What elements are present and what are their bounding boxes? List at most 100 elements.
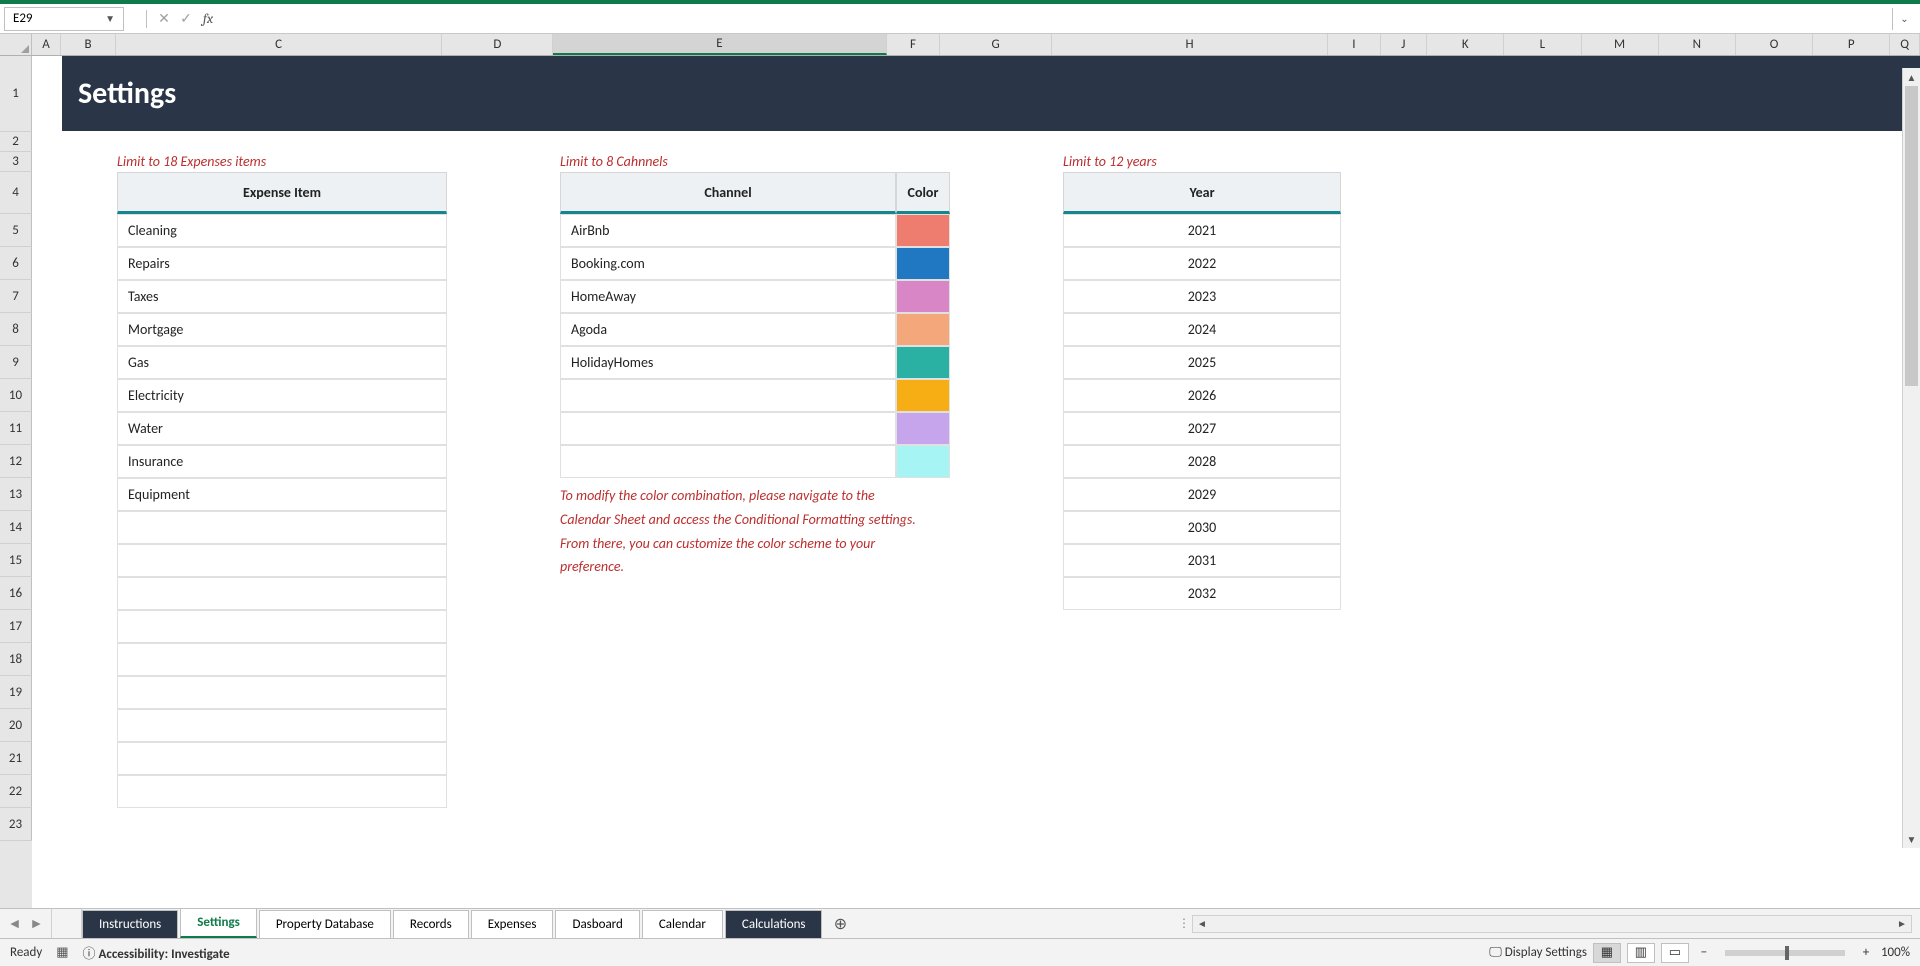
- sheet-tab-calculations[interactable]: Calculations: [725, 910, 823, 938]
- sheet-tab-settings[interactable]: Settings: [180, 908, 257, 938]
- year-cell[interactable]: 2022: [1063, 247, 1341, 280]
- column-header[interactable]: M: [1582, 34, 1659, 55]
- channel-cell[interactable]: Booking.com: [560, 247, 896, 280]
- color-swatch[interactable]: [896, 214, 950, 247]
- expense-cell[interactable]: Equipment: [117, 478, 447, 511]
- expense-cell[interactable]: [117, 775, 447, 808]
- year-cell[interactable]: 2031: [1063, 544, 1341, 577]
- column-header[interactable]: N: [1659, 34, 1736, 55]
- column-header[interactable]: G: [940, 34, 1052, 55]
- year-cell[interactable]: 2025: [1063, 346, 1341, 379]
- channel-cell[interactable]: [560, 379, 896, 412]
- zoom-value[interactable]: 100%: [1881, 945, 1910, 960]
- sheet-tab-property-database[interactable]: Property Database: [259, 910, 391, 938]
- page-break-view-button[interactable]: ▭: [1661, 943, 1689, 963]
- column-header[interactable]: K: [1427, 34, 1504, 55]
- expense-cell[interactable]: [117, 676, 447, 709]
- year-cell[interactable]: 2023: [1063, 280, 1341, 313]
- year-cell[interactable]: 2024: [1063, 313, 1341, 346]
- scroll-left-icon[interactable]: ◄: [1193, 917, 1211, 930]
- row-header[interactable]: 21: [0, 742, 32, 775]
- name-box[interactable]: E29 ▼: [4, 7, 124, 31]
- row-header[interactable]: 1: [0, 56, 32, 132]
- row-header[interactable]: 13: [0, 478, 32, 511]
- column-header[interactable]: A: [32, 34, 62, 55]
- row-header[interactable]: 6: [0, 247, 32, 280]
- year-cell[interactable]: 2028: [1063, 445, 1341, 478]
- row-header[interactable]: 16: [0, 577, 32, 610]
- confirm-formula-icon[interactable]: ✓: [175, 8, 197, 30]
- row-header[interactable]: 17: [0, 610, 32, 643]
- year-cell[interactable]: 2027: [1063, 412, 1341, 445]
- column-header[interactable]: P: [1813, 34, 1890, 55]
- column-header-active[interactable]: E: [553, 34, 887, 55]
- color-swatch[interactable]: [896, 412, 950, 445]
- row-header[interactable]: 9: [0, 346, 32, 379]
- expense-cell[interactable]: [117, 643, 447, 676]
- chevron-down-icon[interactable]: ▼: [105, 12, 115, 25]
- column-header[interactable]: Q: [1890, 34, 1920, 55]
- column-header[interactable]: F: [887, 34, 940, 55]
- row-header[interactable]: 14: [0, 511, 32, 544]
- sheet-nav-arrows[interactable]: ◄ ►: [0, 909, 52, 938]
- row-header[interactable]: 7: [0, 280, 32, 313]
- color-swatch[interactable]: [896, 313, 950, 346]
- channel-cell[interactable]: Agoda: [560, 313, 896, 346]
- column-header[interactable]: I: [1328, 34, 1380, 55]
- row-header[interactable]: 10: [0, 379, 32, 412]
- row-header[interactable]: 20: [0, 709, 32, 742]
- column-header[interactable]: D: [442, 34, 553, 55]
- scroll-thumb[interactable]: [1905, 86, 1918, 386]
- column-header[interactable]: H: [1052, 34, 1328, 55]
- year-cell[interactable]: 2026: [1063, 379, 1341, 412]
- horizontal-scrollbar[interactable]: ◄ ►: [1192, 915, 1912, 933]
- row-header[interactable]: 11: [0, 412, 32, 445]
- row-header[interactable]: 15: [0, 544, 32, 577]
- sheet-tab-expenses[interactable]: Expenses: [471, 910, 554, 938]
- select-all-button[interactable]: [0, 34, 32, 55]
- row-header[interactable]: 12: [0, 445, 32, 478]
- expense-cell[interactable]: Repairs: [117, 247, 447, 280]
- add-sheet-button[interactable]: ⊕: [824, 909, 856, 938]
- display-settings-button[interactable]: 🖵 Display Settings: [1489, 945, 1587, 960]
- row-header[interactable]: 22: [0, 775, 32, 808]
- accessibility-status[interactable]: ⓘ Accessibility: Investigate: [83, 943, 230, 962]
- expense-cell[interactable]: [117, 742, 447, 775]
- expense-cell[interactable]: [117, 577, 447, 610]
- macro-record-icon[interactable]: ▦: [56, 945, 68, 960]
- expense-cell[interactable]: Gas: [117, 346, 447, 379]
- scroll-up-icon[interactable]: ▲: [1903, 68, 1920, 86]
- expense-cell[interactable]: Insurance: [117, 445, 447, 478]
- expense-cell[interactable]: [117, 544, 447, 577]
- column-header[interactable]: C: [116, 34, 443, 55]
- row-header[interactable]: 3: [0, 152, 32, 172]
- scroll-right-icon[interactable]: ►: [1893, 917, 1911, 930]
- year-cell[interactable]: 2030: [1063, 511, 1341, 544]
- row-header[interactable]: 19: [0, 676, 32, 709]
- channel-cell[interactable]: HolidayHomes: [560, 346, 896, 379]
- prev-sheet-icon[interactable]: ◄: [8, 915, 22, 932]
- expense-cell[interactable]: Mortgage: [117, 313, 447, 346]
- column-header[interactable]: J: [1381, 34, 1428, 55]
- formula-input[interactable]: [219, 8, 1892, 30]
- color-swatch[interactable]: [896, 445, 950, 478]
- channel-cell[interactable]: [560, 412, 896, 445]
- zoom-slider[interactable]: [1725, 950, 1845, 956]
- color-swatch[interactable]: [896, 346, 950, 379]
- column-header[interactable]: L: [1504, 34, 1581, 55]
- row-header[interactable]: 18: [0, 643, 32, 676]
- scroll-down-icon[interactable]: ▼: [1903, 830, 1920, 848]
- color-swatch[interactable]: [896, 247, 950, 280]
- channel-cell[interactable]: [560, 445, 896, 478]
- row-header[interactable]: 5: [0, 214, 32, 247]
- channel-cell[interactable]: HomeAway: [560, 280, 896, 313]
- vertical-scrollbar[interactable]: ▲ ▼: [1902, 68, 1920, 848]
- expense-cell[interactable]: [117, 511, 447, 544]
- channel-cell[interactable]: AirBnb: [560, 214, 896, 247]
- sheet-tab-dasboard[interactable]: Dasboard: [555, 910, 639, 938]
- row-header[interactable]: 8: [0, 313, 32, 346]
- row-header[interactable]: 2: [0, 132, 32, 152]
- column-header[interactable]: O: [1736, 34, 1813, 55]
- expense-cell[interactable]: [117, 709, 447, 742]
- expand-formula-bar-icon[interactable]: ⌄: [1892, 8, 1916, 30]
